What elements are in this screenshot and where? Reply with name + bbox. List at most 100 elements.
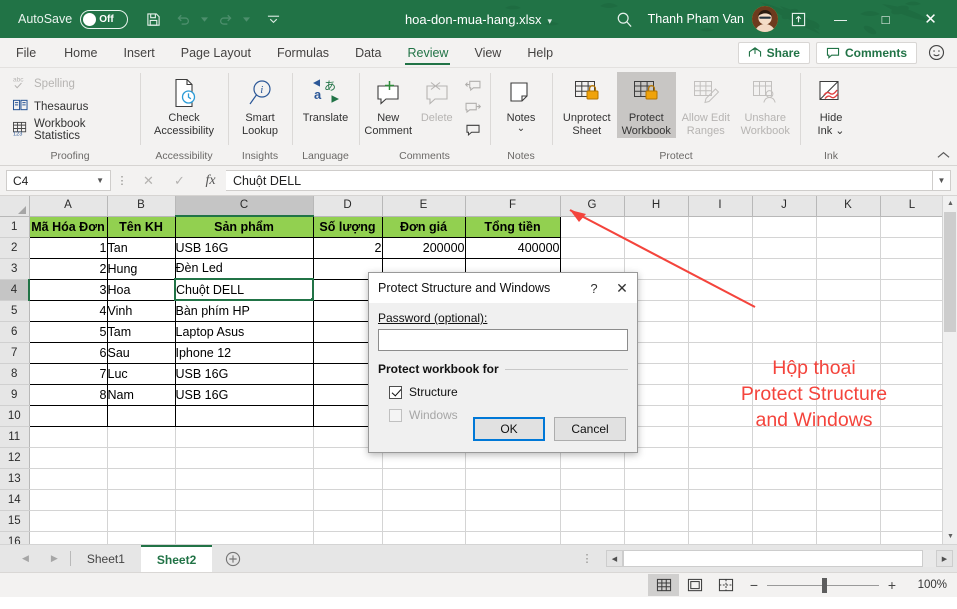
cell-C3[interactable]: Đèn Led [174,257,314,280]
undo-icon[interactable] [168,5,198,33]
cell-A2[interactable]: 1 [28,236,108,259]
cell-G16[interactable] [560,531,625,544]
ribbon-display-options-icon[interactable] [778,12,818,27]
cell-D16[interactable] [313,531,383,544]
cell-E15[interactable] [382,510,466,532]
cell-B16[interactable] [107,531,176,544]
cell-C16[interactable] [175,531,314,544]
vertical-scrollbar[interactable]: ▲ ▼ [942,196,957,544]
cell-I12[interactable] [688,447,753,469]
workbook-statistics-button[interactable]: 123 Workbook Statistics [8,118,135,142]
cell-D15[interactable] [313,510,383,532]
column-header-I[interactable]: I [688,196,753,217]
cell-E13[interactable] [382,468,466,490]
cell-C10[interactable] [174,404,314,427]
cell-B8[interactable]: Luc [106,362,176,385]
cell-I5[interactable] [688,300,753,322]
cell-A6[interactable]: 5 [28,320,108,343]
page-layout-view-icon[interactable] [679,574,710,596]
spelling-button[interactable]: abc Spelling [8,72,79,95]
page-break-preview-icon[interactable] [710,574,741,596]
cell-L14[interactable] [880,489,945,511]
dialog-help-icon[interactable]: ? [581,281,607,296]
sheet-tab-sheet1[interactable]: Sheet1 [71,545,141,572]
cell-J6[interactable] [752,321,817,343]
zoom-in-button[interactable]: + [879,577,905,593]
cell-A5[interactable]: 4 [28,299,108,322]
redo-icon[interactable] [210,5,240,33]
unprotect-sheet-button[interactable]: Unprotect Sheet [557,72,617,138]
cell-C7[interactable]: Iphone 12 [174,341,314,364]
row-header-14[interactable]: 14 [0,489,30,511]
thesaurus-button[interactable]: Thesaurus [8,95,92,118]
notes-button[interactable]: Notes ⌄ [495,72,547,133]
maximize-button[interactable]: □ [863,0,908,38]
name-box-dropdown-icon[interactable]: ▼ [96,176,104,185]
cell-I1[interactable] [688,216,753,238]
delete-comment-button[interactable]: Delete [413,72,462,125]
cell-L16[interactable] [880,531,945,544]
cell-L12[interactable] [880,447,945,469]
share-button[interactable]: Share [737,41,810,64]
cell-E2[interactable]: 200000 [381,236,466,259]
cell-G15[interactable] [560,510,625,532]
cell-B5[interactable]: Vinh [106,299,176,322]
cell-A13[interactable] [29,468,108,490]
column-header-D[interactable]: D [313,196,383,217]
cell-I15[interactable] [688,510,753,532]
expand-formula-bar-icon[interactable]: ▼ [933,170,951,191]
row-header-12[interactable]: 12 [0,447,30,469]
tab-home[interactable]: Home [51,38,110,67]
comments-button[interactable]: Comments [815,41,917,64]
cell-K1[interactable] [816,216,881,238]
cell-B10[interactable] [106,404,176,427]
cell-F16[interactable] [465,531,561,544]
cell-K3[interactable] [816,258,881,280]
normal-view-icon[interactable] [648,574,679,596]
cell-H2[interactable] [624,237,689,259]
cell-H1[interactable] [624,216,689,238]
cell-A3[interactable]: 2 [28,257,108,280]
cell-L3[interactable] [880,258,945,280]
minimize-button[interactable]: — [818,0,863,38]
scroll-up-icon[interactable]: ▲ [943,196,957,211]
cell-A15[interactable] [29,510,108,532]
cell-K16[interactable] [816,531,881,544]
cell-K5[interactable] [816,300,881,322]
cell-B4[interactable]: Hoa [106,278,176,301]
cell-L13[interactable] [880,468,945,490]
cell-C1[interactable]: Sản phẩm [174,215,314,238]
horizontal-scrollbar[interactable]: ◀ ▶ [602,545,957,572]
cell-D14[interactable] [313,489,383,511]
cell-I4[interactable] [688,279,753,301]
cell-I16[interactable] [688,531,753,544]
tab-help[interactable]: Help [514,38,566,67]
row-header-6[interactable]: 6 [0,321,30,343]
cell-J4[interactable] [752,279,817,301]
avatar[interactable] [752,6,778,32]
cell-B9[interactable]: Nam [106,383,176,406]
row-header-3[interactable]: 3 [0,258,30,280]
allow-edit-ranges-button[interactable]: Allow Edit Ranges [676,72,736,138]
column-header-B[interactable]: B [107,196,176,217]
cell-H16[interactable] [624,531,689,544]
horizontal-scroll-thumb[interactable] [623,550,923,567]
cell-C13[interactable] [175,468,314,490]
cell-J1[interactable] [752,216,817,238]
cell-A16[interactable] [29,531,108,544]
hide-ink-button[interactable]: Hide Ink ⌄ [805,72,857,138]
cell-L6[interactable] [880,321,945,343]
cell-D13[interactable] [313,468,383,490]
ok-button[interactable]: OK [473,417,545,441]
password-input[interactable] [378,329,628,351]
cell-J13[interactable] [752,468,817,490]
row-header-10[interactable]: 10 [0,405,30,427]
show-comments-icon[interactable] [461,118,485,140]
cell-D2[interactable]: 2 [312,236,383,259]
structure-checkbox[interactable] [389,385,402,399]
check-accessibility-button[interactable]: Check Accessibility [151,72,217,138]
row-header-1[interactable]: 1 [0,216,30,238]
column-header-G[interactable]: G [560,196,625,217]
undo-dropdown-icon[interactable] [198,5,210,33]
cell-I3[interactable] [688,258,753,280]
